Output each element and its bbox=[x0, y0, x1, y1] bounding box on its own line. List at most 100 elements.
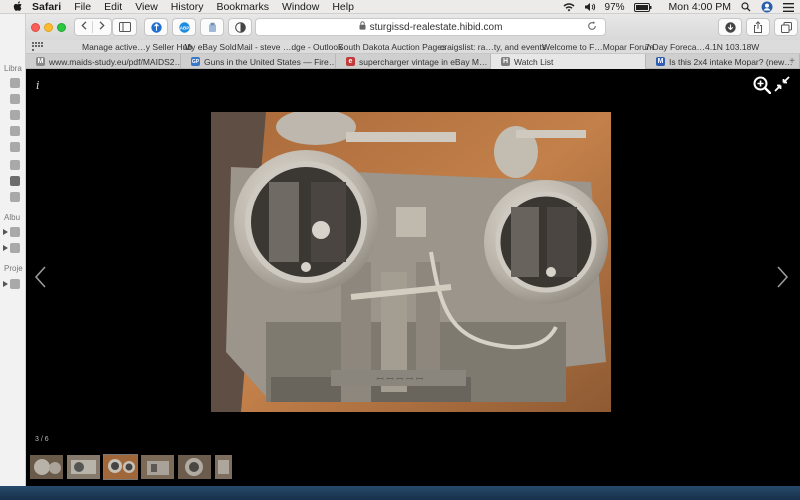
folder-icon[interactable] bbox=[10, 243, 20, 253]
back-button[interactable] bbox=[75, 21, 94, 33]
menu-bar: Safari File Edit View History Bookmarks … bbox=[0, 0, 800, 14]
extension-4-button[interactable] bbox=[228, 18, 252, 36]
menu-bookmarks[interactable]: Bookmarks bbox=[216, 1, 269, 13]
library-item-icon[interactable] bbox=[10, 110, 20, 120]
svg-text:ꟷ ꟷ ꟷ ꟷ ꟷ: ꟷ ꟷ ꟷ ꟷ ꟷ bbox=[376, 374, 424, 384]
folder-icon[interactable] bbox=[10, 227, 20, 237]
extension-2-button[interactable]: ABP bbox=[172, 18, 196, 36]
close-window-icon[interactable] bbox=[31, 23, 40, 32]
tab-favicon-icon: e bbox=[346, 57, 355, 66]
thumbnail-6[interactable] bbox=[215, 455, 232, 479]
tab-label: Is this 2x4 intake Mopar? (new… bbox=[669, 56, 793, 67]
downloads-button[interactable] bbox=[718, 18, 742, 36]
next-photo-arrow-icon[interactable] bbox=[776, 265, 790, 289]
spotlight-icon[interactable] bbox=[740, 2, 752, 12]
photo-counter: 3 / 6 bbox=[35, 436, 49, 443]
disclosure-triangle-icon[interactable] bbox=[3, 281, 8, 287]
bookmark-seller-hub[interactable]: Manage active…y Seller Hub bbox=[82, 42, 192, 52]
minimize-window-icon[interactable] bbox=[44, 23, 53, 32]
disclosure-triangle-icon[interactable] bbox=[3, 229, 8, 235]
svg-text:ABP: ABP bbox=[179, 25, 189, 30]
sidebar-toggle-button[interactable] bbox=[112, 18, 137, 36]
url-text: sturgissd-realestate.hibid.com bbox=[369, 21, 503, 33]
exit-fullscreen-icon[interactable] bbox=[774, 76, 790, 92]
thumbnail-2[interactable] bbox=[67, 455, 100, 479]
tab-label: supercharger vintage in eBay M… bbox=[359, 56, 488, 67]
info-button[interactable]: i bbox=[36, 79, 40, 92]
main-photo: ꟷ ꟷ ꟷ ꟷ ꟷ bbox=[211, 112, 611, 412]
tab-favicon-icon: H bbox=[501, 57, 510, 66]
library-item-icon[interactable] bbox=[10, 160, 20, 170]
browser-toolbar: ABP sturgissd-realestate.hibid.com bbox=[26, 14, 800, 40]
bookmark-outlook-mail[interactable]: Mail - steve …dge - Outlook bbox=[237, 42, 342, 52]
tab-label: Watch List bbox=[514, 56, 554, 67]
tab-watch-list[interactable]: H Watch List bbox=[491, 54, 646, 69]
bookmark-mopar-forum[interactable]: Welcome to F…Mopar Forum bbox=[542, 42, 654, 52]
library-item-icon[interactable] bbox=[10, 126, 20, 136]
extension-3-button[interactable] bbox=[200, 18, 224, 36]
bookmarks-bar: Manage active…y Seller Hub My eBay Sold … bbox=[26, 40, 800, 54]
reload-icon[interactable] bbox=[587, 21, 597, 34]
lock-icon bbox=[359, 21, 366, 33]
library-item-icon[interactable] bbox=[10, 94, 20, 104]
battery-percent: 97% bbox=[604, 1, 625, 13]
forward-button[interactable] bbox=[93, 21, 111, 33]
tab-bar: M www.maids-study.eu/pdf/MAIDS2… GP Guns… bbox=[26, 54, 800, 69]
disclosure-triangle-icon[interactable] bbox=[3, 245, 8, 251]
apple-icon[interactable] bbox=[12, 1, 24, 13]
menubar-clock[interactable]: Mon 4:00 PM bbox=[669, 1, 731, 13]
desktop-background bbox=[0, 486, 800, 500]
safari-window: ABP sturgissd-realestate.hibid.com Manag… bbox=[26, 14, 800, 486]
user-avatar-icon[interactable] bbox=[761, 1, 773, 13]
tab-favicon-icon: GP bbox=[191, 57, 200, 66]
bookmark-south-dakota-auctions[interactable]: South Dakota Auction Pages bbox=[338, 42, 446, 52]
menu-edit[interactable]: Edit bbox=[104, 1, 122, 13]
zoom-in-icon[interactable] bbox=[753, 76, 771, 94]
menu-app-safari[interactable]: Safari bbox=[32, 1, 61, 13]
menu-view[interactable]: View bbox=[135, 1, 158, 13]
address-bar[interactable]: sturgissd-realestate.hibid.com bbox=[255, 18, 606, 36]
tab-mopar-intake[interactable]: M Is this 2x4 intake Mopar? (new… + bbox=[646, 54, 800, 69]
zoom-window-icon[interactable] bbox=[57, 23, 66, 32]
thumbnail-1[interactable] bbox=[30, 455, 63, 479]
wifi-icon[interactable] bbox=[563, 2, 575, 12]
library-item-icon[interactable] bbox=[10, 142, 20, 152]
library-item-icon[interactable] bbox=[10, 78, 20, 88]
back-forward-buttons bbox=[74, 18, 112, 36]
tab-favicon-icon: M bbox=[36, 57, 45, 66]
background-label-projects: Proje bbox=[4, 264, 23, 273]
thumbnail-4[interactable] bbox=[141, 455, 174, 479]
thumbnail-strip bbox=[30, 454, 232, 480]
share-button[interactable] bbox=[746, 18, 770, 36]
trash-icon[interactable] bbox=[10, 192, 20, 202]
library-item-icon[interactable] bbox=[10, 176, 20, 186]
background-label-library: Libra bbox=[4, 64, 22, 73]
menu-help[interactable]: Help bbox=[332, 1, 354, 13]
tab-guns-in-us[interactable]: GP Guns in the United States — Fire… bbox=[181, 54, 336, 69]
menu-window[interactable]: Window bbox=[282, 1, 319, 13]
bookmark-craigslist[interactable]: craigslist: ra…ty, and events bbox=[440, 42, 546, 52]
notification-center-icon[interactable] bbox=[782, 2, 794, 12]
background-label-albums: Albu bbox=[4, 213, 21, 222]
tab-favicon-icon: M bbox=[656, 57, 665, 66]
menu-file[interactable]: File bbox=[74, 1, 91, 13]
thumbnail-3[interactable] bbox=[103, 454, 138, 480]
top-sites-grid-icon[interactable] bbox=[32, 42, 43, 51]
bookmark-ebay-sold[interactable]: My eBay Sold bbox=[184, 42, 236, 52]
tab-label: Guns in the United States — Fire… bbox=[204, 56, 336, 67]
menu-history[interactable]: History bbox=[171, 1, 204, 13]
photo-lightbox: i ꟷ ꟷ ꟷ ꟷ ꟷ 3 / 6 bbox=[26, 69, 800, 486]
tab-overview-button[interactable] bbox=[774, 18, 798, 36]
folder-icon[interactable] bbox=[10, 279, 20, 289]
tab-ebay-supercharger[interactable]: e supercharger vintage in eBay M… bbox=[336, 54, 491, 69]
background-app-sidebar: Libra Albu Proje bbox=[0, 14, 26, 486]
volume-icon[interactable] bbox=[584, 2, 596, 12]
extension-1-button[interactable] bbox=[144, 18, 168, 36]
thumbnail-5[interactable] bbox=[178, 455, 211, 479]
tab-maids-study[interactable]: M www.maids-study.eu/pdf/MAIDS2… bbox=[26, 54, 181, 69]
previous-photo-arrow-icon[interactable] bbox=[33, 265, 47, 289]
tab-label: www.maids-study.eu/pdf/MAIDS2… bbox=[49, 56, 181, 67]
bookmark-7-day-forecast[interactable]: 7-Day Foreca…4.1N 103.18W bbox=[645, 42, 759, 52]
battery-icon[interactable] bbox=[633, 2, 652, 12]
new-tab-plus-icon[interactable]: + bbox=[789, 56, 795, 67]
